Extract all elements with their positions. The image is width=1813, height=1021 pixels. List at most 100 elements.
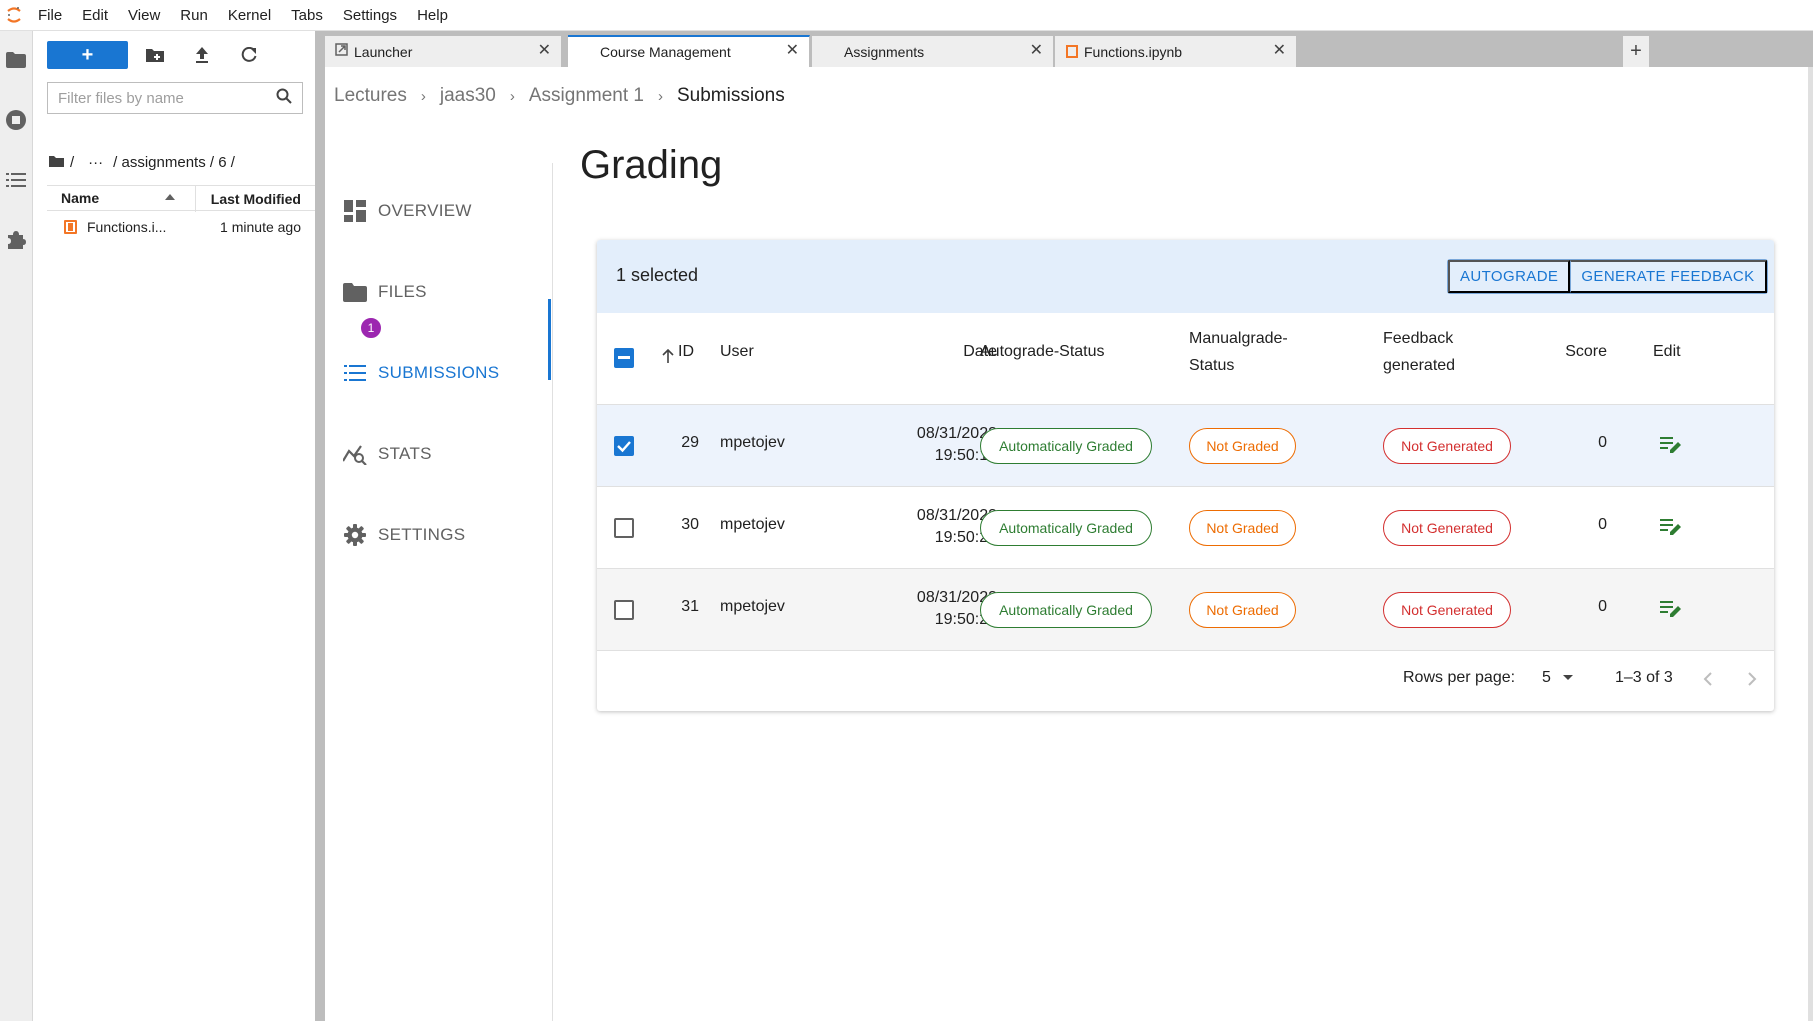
feedback-status-chip: Not Generated xyxy=(1383,592,1511,628)
tab-launcher[interactable]: Launcher ✕ xyxy=(325,36,562,67)
column-name[interactable]: Name xyxy=(61,190,99,206)
column-label: Manualgrade- xyxy=(1189,330,1288,347)
nav-files[interactable]: FILES xyxy=(343,277,427,307)
new-launcher-button[interactable]: + xyxy=(47,41,128,69)
column-last-modified[interactable]: Last Modified xyxy=(211,191,301,207)
nav-submissions[interactable]: SUBMISSIONS xyxy=(343,358,499,388)
file-filter-input[interactable] xyxy=(58,89,276,107)
row-user: mpetojev xyxy=(720,516,785,533)
nav-label: STATS xyxy=(378,444,432,463)
folder-icon[interactable] xyxy=(4,48,28,72)
close-icon[interactable]: ✕ xyxy=(786,43,799,59)
row-id: 30 xyxy=(681,516,699,533)
menu-run[interactable]: Run xyxy=(170,0,218,31)
file-browser: + / ··· / assignments / 6 / Name Last Mo… xyxy=(33,31,315,1021)
menu-settings[interactable]: Settings xyxy=(333,0,407,31)
column-score[interactable]: Score xyxy=(1557,338,1607,365)
column-autograde-status[interactable]: Autograde-Status xyxy=(980,338,1105,365)
table-row[interactable]: 29 mpetojev 08/31/2023 19:50:17 Automati… xyxy=(597,405,1774,487)
column-divider xyxy=(195,186,196,212)
menu-file[interactable]: File xyxy=(28,0,72,31)
tab-assignments[interactable]: Assignments ✕ xyxy=(812,36,1054,67)
chevron-down-icon xyxy=(1563,675,1574,681)
menu-help[interactable]: Help xyxy=(407,0,458,31)
row-checkbox[interactable] xyxy=(614,518,634,538)
selection-toolbar: 1 selected AUTOGRADE GENERATE FEEDBACK xyxy=(597,240,1774,313)
page-title: Grading xyxy=(580,143,723,187)
notebook-icon xyxy=(64,220,77,234)
action-button-group: AUTOGRADE GENERATE FEEDBACK xyxy=(1447,259,1768,294)
tab-label: Functions.ipynb xyxy=(1084,44,1183,60)
file-list-header: Name Last Modified xyxy=(47,185,315,212)
activity-bar xyxy=(0,31,33,1021)
manualgrade-status-chip: Not Graded xyxy=(1189,428,1296,464)
extension-icon[interactable] xyxy=(4,227,28,251)
breadcrumb-assignment[interactable]: Assignment 1 xyxy=(529,85,644,107)
breadcrumb-path[interactable]: / assignments / 6 / xyxy=(113,154,235,171)
file-browser-breadcrumb: / ··· / assignments / 6 / xyxy=(49,154,235,171)
pagination-range: 1–3 of 3 xyxy=(1615,669,1673,686)
refresh-icon[interactable] xyxy=(239,45,259,65)
close-icon[interactable]: ✕ xyxy=(1273,43,1286,59)
add-tab-button[interactable]: + xyxy=(1623,36,1649,67)
chevron-right-icon: › xyxy=(658,87,663,105)
panel-splitter[interactable] xyxy=(315,31,325,1021)
menu-edit[interactable]: Edit xyxy=(72,0,118,31)
submissions-table-card: 1 selected AUTOGRADE GENERATE FEEDBACK I… xyxy=(597,240,1774,711)
generate-feedback-button[interactable]: GENERATE FEEDBACK xyxy=(1570,260,1767,293)
file-modified: 1 minute ago xyxy=(220,219,301,235)
breadcrumb-root[interactable]: / xyxy=(70,154,74,171)
upload-icon[interactable] xyxy=(192,45,212,65)
row-checkbox[interactable] xyxy=(614,600,634,620)
folder-icon[interactable] xyxy=(49,154,64,171)
breadcrumb-lecture[interactable]: jaas30 xyxy=(440,85,496,107)
nav-stats[interactable]: STATS xyxy=(343,439,432,469)
row-date: 08/31/2023 19:50:27 xyxy=(857,587,997,631)
edit-note-icon[interactable] xyxy=(1660,599,1682,624)
nav-label: FILES xyxy=(378,282,427,301)
menu-view[interactable]: View xyxy=(118,0,170,31)
nav-label: OVERVIEW xyxy=(378,201,472,220)
row-user: mpetojev xyxy=(720,598,785,615)
sort-arrow-up-icon[interactable] xyxy=(662,345,674,372)
right-sidebar-edge xyxy=(1808,67,1813,1021)
sort-ascending-icon xyxy=(165,194,175,200)
row-date: 08/31/2023 19:50:21 xyxy=(857,505,997,549)
column-id[interactable]: ID xyxy=(678,338,694,365)
breadcrumb-current: Submissions xyxy=(677,85,785,106)
menu-kernel[interactable]: Kernel xyxy=(218,0,281,31)
edit-note-icon[interactable] xyxy=(1660,435,1682,460)
table-row[interactable]: 31 mpetojev 08/31/2023 19:50:27 Automati… xyxy=(597,569,1774,651)
toc-icon[interactable] xyxy=(4,168,28,192)
select-all-checkbox[interactable] xyxy=(614,348,634,368)
nav-settings[interactable]: SETTINGS xyxy=(343,520,465,550)
breadcrumb-lectures[interactable]: Lectures xyxy=(334,85,407,107)
feedback-status-chip: Not Generated xyxy=(1383,428,1511,464)
running-icon[interactable] xyxy=(4,108,28,132)
next-page-icon[interactable] xyxy=(1747,671,1757,692)
tab-functions-notebook[interactable]: Functions.ipynb ✕ xyxy=(1055,36,1297,67)
close-icon[interactable]: ✕ xyxy=(1030,43,1043,59)
menu-tabs[interactable]: Tabs xyxy=(281,0,333,31)
column-edit: Edit xyxy=(1653,343,1681,360)
column-feedback-generated[interactable]: Feedback generated xyxy=(1383,325,1455,379)
new-folder-icon[interactable] xyxy=(145,45,165,65)
nav-label: SUBMISSIONS xyxy=(378,363,500,382)
tab-bar: Launcher ✕ Course Management ✕ Assignmen… xyxy=(325,31,1813,67)
rows-per-page-label: Rows per page: xyxy=(1403,669,1516,686)
row-checkbox[interactable] xyxy=(614,436,634,456)
edit-note-icon[interactable] xyxy=(1660,517,1682,542)
close-icon[interactable]: ✕ xyxy=(538,43,551,59)
nav-overview[interactable]: OVERVIEW xyxy=(343,196,472,226)
table-row[interactable]: 30 mpetojev 08/31/2023 19:50:21 Automati… xyxy=(597,487,1774,569)
rows-per-page-select[interactable]: 5 xyxy=(1542,669,1574,687)
column-manualgrade-status[interactable]: Manualgrade- Status xyxy=(1189,325,1288,379)
autograde-button[interactable]: AUTOGRADE xyxy=(1448,260,1571,293)
column-user[interactable]: User xyxy=(720,338,754,365)
file-list-item[interactable]: Functions.i... 1 minute ago xyxy=(47,214,315,240)
tab-label: Assignments xyxy=(844,44,925,60)
breadcrumb-ellipsis[interactable]: ··· xyxy=(88,154,103,171)
autograde-status-chip: Automatically Graded xyxy=(980,592,1152,628)
tab-course-management[interactable]: Course Management ✕ xyxy=(568,35,810,67)
previous-page-icon[interactable] xyxy=(1703,671,1713,692)
